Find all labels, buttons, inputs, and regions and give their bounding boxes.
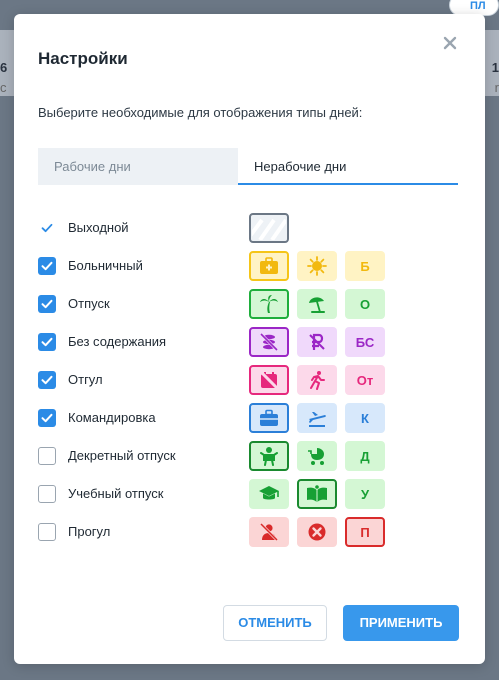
day-type-row: Декретный отпуск Д (38, 441, 468, 471)
day-type-row: Отгул От (38, 365, 468, 395)
graduation-cap-icon (258, 485, 280, 503)
beach-umbrella-icon (307, 294, 327, 314)
day-type-letter: К (361, 410, 369, 426)
day-type-row: Больничный Б (38, 251, 468, 281)
background-left-text-1: 6 (0, 60, 8, 75)
row-checkbox-checked[interactable] (38, 333, 56, 351)
day-type-letter: У (360, 486, 370, 502)
day-type-tabs: Рабочие дни Нерабочие дни (38, 148, 458, 186)
day-type-letter: П (360, 524, 370, 540)
row-checkbox-checked[interactable] (38, 371, 56, 389)
person-off-icon (259, 522, 279, 542)
calendar-off-icon (259, 370, 279, 390)
day-type-letter-badge: К (345, 403, 385, 433)
row-checkmark[interactable] (38, 219, 56, 237)
cancel-button[interactable]: ОТМЕНИТЬ (223, 605, 327, 641)
day-type-icon-badge (297, 289, 337, 319)
day-type-icon-badge (297, 517, 337, 547)
palm-tree-icon (259, 294, 279, 314)
virus-icon (307, 256, 327, 276)
day-type-label: Без содержания (68, 334, 167, 349)
checkmark-icon (41, 375, 53, 385)
row-checkbox-unchecked[interactable] (38, 485, 56, 503)
checkmark-icon (41, 261, 53, 271)
background-right-text: 1 r (485, 58, 499, 98)
dialog-title: Настройки (38, 49, 128, 68)
day-type-row: Командировка К (38, 403, 468, 433)
day-type-letter: Д (360, 448, 370, 464)
day-type-label: Выходной (68, 220, 129, 235)
row-checkbox-checked[interactable] (38, 409, 56, 427)
open-book-icon (306, 485, 328, 503)
row-checkbox-checked[interactable] (38, 257, 56, 275)
day-type-letter-badge: О (345, 289, 385, 319)
background-left-text-2: c (0, 80, 7, 95)
day-type-letter-badge: Б (345, 251, 385, 281)
tab-nonworking-days[interactable]: Нерабочие дни (238, 148, 458, 185)
day-type-letter-badge: БС (345, 327, 385, 357)
dialog-subtitle: Выберите необходимые для отображения тип… (38, 105, 363, 120)
day-type-row: Без содержания БС (38, 327, 468, 357)
day-type-row: Учебный отпуск У (38, 479, 468, 509)
day-type-letter-badge: От (345, 365, 385, 395)
background-right-text-1: 1 (491, 60, 499, 75)
close-icon (443, 36, 457, 50)
day-type-icon-badge (249, 479, 289, 509)
checkmark-icon (41, 413, 53, 423)
day-type-icon-badge (297, 403, 337, 433)
stroller-icon (307, 446, 327, 466)
row-checkbox-unchecked[interactable] (38, 447, 56, 465)
day-type-label: Отгул (68, 372, 103, 387)
day-type-icon-badge (297, 251, 337, 281)
running-person-icon (307, 370, 327, 390)
day-type-label: Отпуск (68, 296, 110, 311)
close-button[interactable] (442, 35, 458, 51)
day-type-icon-badge (249, 517, 289, 547)
airplane-icon (307, 408, 327, 428)
day-type-icon-badge (249, 289, 289, 319)
checkmark-icon (41, 337, 53, 347)
first-aid-kit-icon (259, 257, 279, 275)
day-type-label: Декретный отпуск (68, 448, 176, 463)
checkmark-icon (41, 223, 53, 233)
day-type-row: Отпуск О (38, 289, 468, 319)
day-type-letter: О (359, 296, 371, 312)
apply-button[interactable]: ПРИМЕНИТЬ (343, 605, 459, 641)
day-type-icon-badge (249, 365, 289, 395)
no-money-icon (259, 332, 279, 352)
day-type-letter-badge: П (345, 517, 385, 547)
x-circle-icon (307, 522, 327, 542)
day-type-icon-badge (249, 327, 289, 357)
ruble-crossed-icon (307, 332, 327, 352)
day-type-label: Учебный отпуск (68, 486, 164, 501)
day-type-label: Прогул (68, 524, 111, 539)
day-type-icon-badge (249, 441, 289, 471)
day-type-icon-badge (297, 365, 337, 395)
day-type-row: Выходной (38, 213, 468, 243)
day-type-letter: От (356, 372, 374, 388)
tab-working-days[interactable]: Рабочие дни (38, 148, 238, 185)
day-type-label: Больничный (68, 258, 143, 273)
baby-icon (259, 446, 279, 466)
day-type-icon-badge (249, 403, 289, 433)
day-type-letter-badge: У (345, 479, 385, 509)
hatch-pattern-icon (252, 216, 286, 240)
background-right-text-2: r (494, 80, 499, 95)
day-type-icon-badge (297, 441, 337, 471)
day-type-row: Прогул П (38, 517, 468, 547)
day-type-icon-badge (249, 251, 289, 281)
day-type-icon-badge (297, 479, 337, 509)
day-type-letter: БС (355, 334, 375, 350)
background-left-text: 6 c (0, 58, 14, 98)
day-type-letter-badge: Д (345, 441, 385, 471)
checkmark-icon (41, 299, 53, 309)
settings-dialog: Настройки Выберите необходимые для отобр… (14, 14, 485, 664)
briefcase-icon (259, 409, 279, 427)
row-checkbox-checked[interactable] (38, 295, 56, 313)
row-checkbox-unchecked[interactable] (38, 523, 56, 541)
day-type-label: Командировка (68, 410, 156, 425)
day-type-icon-badge (249, 213, 289, 243)
day-type-icon-badge (297, 327, 337, 357)
day-type-letter: Б (360, 258, 370, 274)
